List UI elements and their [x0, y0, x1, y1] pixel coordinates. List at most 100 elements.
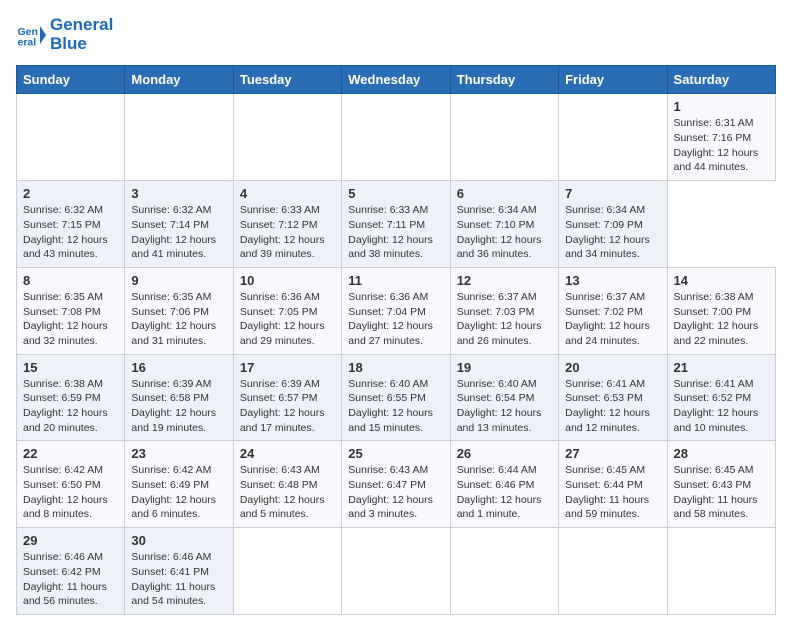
day-number: 20: [565, 360, 660, 375]
empty-cell: [125, 94, 233, 181]
day-number: 30: [131, 533, 226, 548]
calendar-week-4: 15Sunrise: 6:38 AMSunset: 6:59 PMDayligh…: [17, 354, 776, 441]
day-number: 13: [565, 273, 660, 288]
day-info: Sunrise: 6:40 AMSunset: 6:55 PMDaylight:…: [348, 377, 443, 436]
day-info: Sunrise: 6:37 AMSunset: 7:02 PMDaylight:…: [565, 290, 660, 349]
empty-cell: [559, 528, 667, 615]
page-header: Gen eral GeneralBlue: [16, 16, 776, 53]
day-cell-19: 19 Sunrise: 6:40 AMSunset: 6:54 PMDayligh…: [450, 354, 558, 441]
header-cell-friday: Friday: [559, 66, 667, 94]
day-cell-6: 6 Sunrise: 6:34 AMSunset: 7:10 PMDaylight…: [450, 181, 558, 268]
day-info: Sunrise: 6:33 AMSunset: 7:12 PMDaylight:…: [240, 203, 335, 262]
day-info: Sunrise: 6:46 AMSunset: 6:41 PMDaylight:…: [131, 550, 226, 609]
day-cell-9: 9 Sunrise: 6:35 AMSunset: 7:06 PMDaylight…: [125, 267, 233, 354]
day-cell-2: 2 Sunrise: 6:32 AMSunset: 7:15 PMDaylight…: [17, 181, 125, 268]
header-row: SundayMondayTuesdayWednesdayThursdayFrid…: [17, 66, 776, 94]
day-info: Sunrise: 6:44 AMSunset: 6:46 PMDaylight:…: [457, 463, 552, 522]
day-cell-15: 15Sunrise: 6:38 AMSunset: 6:59 PMDayligh…: [17, 354, 125, 441]
empty-cell: [559, 94, 667, 181]
day-info: Sunrise: 6:42 AMSunset: 6:50 PMDaylight:…: [23, 463, 118, 522]
header-cell-tuesday: Tuesday: [233, 66, 341, 94]
day-cell-20: 20Sunrise: 6:41 AMSunset: 6:53 PMDayligh…: [559, 354, 667, 441]
day-number: 24: [240, 446, 335, 461]
day-info: Sunrise: 6:38 AMSunset: 7:00 PMDaylight:…: [674, 290, 769, 349]
day-number: 27: [565, 446, 660, 461]
header-cell-thursday: Thursday: [450, 66, 558, 94]
day-number: 1: [674, 99, 769, 114]
day-cell-24: 24Sunrise: 6:43 AMSunset: 6:48 PMDayligh…: [233, 441, 341, 528]
day-number: 12: [457, 273, 552, 288]
day-cell-26: 26 Sunrise: 6:44 AMSunset: 6:46 PMDayligh…: [450, 441, 558, 528]
day-info: Sunrise: 6:35 AMSunset: 7:08 PMDaylight:…: [23, 290, 118, 349]
day-number: 28: [674, 446, 769, 461]
day-info: Sunrise: 6:46 AMSunset: 6:42 PMDaylight:…: [23, 550, 118, 609]
day-cell-23: 23 Sunrise: 6:42 AMSunset: 6:49 PMDayligh…: [125, 441, 233, 528]
day-number: 29: [23, 533, 118, 548]
calendar-table: SundayMondayTuesdayWednesdayThursdayFrid…: [16, 65, 776, 615]
logo-text: GeneralBlue: [50, 16, 113, 53]
day-info: Sunrise: 6:41 AMSunset: 6:52 PMDaylight:…: [674, 377, 769, 436]
empty-cell: [342, 94, 450, 181]
day-info: Sunrise: 6:40 AMSunset: 6:54 PMDaylight:…: [457, 377, 552, 436]
day-cell-11: 11 Sunrise: 6:36 AMSunset: 7:04 PMDayligh…: [342, 267, 450, 354]
empty-cell: [342, 528, 450, 615]
calendar-week-2: 2 Sunrise: 6:32 AMSunset: 7:15 PMDaylight…: [17, 181, 776, 268]
empty-cell: [233, 528, 341, 615]
logo: Gen eral GeneralBlue: [16, 16, 113, 53]
calendar-header: SundayMondayTuesdayWednesdayThursdayFrid…: [17, 66, 776, 94]
day-cell-13: 13 Sunrise: 6:37 AMSunset: 7:02 PMDayligh…: [559, 267, 667, 354]
day-info: Sunrise: 6:31 AMSunset: 7:16 PMDaylight:…: [674, 116, 769, 175]
day-info: Sunrise: 6:45 AMSunset: 6:43 PMDaylight:…: [674, 463, 769, 522]
header-cell-monday: Monday: [125, 66, 233, 94]
day-info: Sunrise: 6:42 AMSunset: 6:49 PMDaylight:…: [131, 463, 226, 522]
day-cell-3: 3Sunrise: 6:32 AMSunset: 7:14 PMDaylight…: [125, 181, 233, 268]
day-cell-14: 14 Sunrise: 6:38 AMSunset: 7:00 PMDayligh…: [667, 267, 775, 354]
svg-text:eral: eral: [18, 36, 37, 48]
day-info: Sunrise: 6:39 AMSunset: 6:57 PMDaylight:…: [240, 377, 335, 436]
day-info: Sunrise: 6:36 AMSunset: 7:05 PMDaylight:…: [240, 290, 335, 349]
day-info: Sunrise: 6:37 AMSunset: 7:03 PMDaylight:…: [457, 290, 552, 349]
calendar-week-6: 29 Sunrise: 6:46 AMSunset: 6:42 PMDayligh…: [17, 528, 776, 615]
day-cell-1: 1 Sunrise: 6:31 AMSunset: 7:16 PMDaylight…: [667, 94, 775, 181]
day-number: 9: [131, 273, 226, 288]
day-number: 23: [131, 446, 226, 461]
header-cell-saturday: Saturday: [667, 66, 775, 94]
day-info: Sunrise: 6:39 AMSunset: 6:58 PMDaylight:…: [131, 377, 226, 436]
header-cell-sunday: Sunday: [17, 66, 125, 94]
day-number: 22: [23, 446, 118, 461]
day-cell-7: 7Sunrise: 6:34 AMSunset: 7:09 PMDaylight…: [559, 181, 667, 268]
day-number: 3: [131, 186, 226, 201]
day-number: 2: [23, 186, 118, 201]
day-number: 14: [674, 273, 769, 288]
day-cell-4: 4 Sunrise: 6:33 AMSunset: 7:12 PMDaylight…: [233, 181, 341, 268]
day-number: 11: [348, 273, 443, 288]
day-number: 19: [457, 360, 552, 375]
day-info: Sunrise: 6:34 AMSunset: 7:10 PMDaylight:…: [457, 203, 552, 262]
day-info: Sunrise: 6:43 AMSunset: 6:47 PMDaylight:…: [348, 463, 443, 522]
day-cell-12: 12 Sunrise: 6:37 AMSunset: 7:03 PMDayligh…: [450, 267, 558, 354]
day-number: 25: [348, 446, 443, 461]
empty-cell: [450, 94, 558, 181]
day-info: Sunrise: 6:33 AMSunset: 7:11 PMDaylight:…: [348, 203, 443, 262]
day-info: Sunrise: 6:36 AMSunset: 7:04 PMDaylight:…: [348, 290, 443, 349]
calendar-week-5: 22 Sunrise: 6:42 AMSunset: 6:50 PMDayligh…: [17, 441, 776, 528]
day-cell-28: 28 Sunrise: 6:45 AMSunset: 6:43 PMDayligh…: [667, 441, 775, 528]
logo-icon: Gen eral: [16, 20, 46, 50]
day-number: 26: [457, 446, 552, 461]
empty-cell: [667, 528, 775, 615]
day-info: Sunrise: 6:35 AMSunset: 7:06 PMDaylight:…: [131, 290, 226, 349]
day-number: 4: [240, 186, 335, 201]
day-cell-27: 27 Sunrise: 6:45 AMSunset: 6:44 PMDayligh…: [559, 441, 667, 528]
day-info: Sunrise: 6:32 AMSunset: 7:15 PMDaylight:…: [23, 203, 118, 262]
day-info: Sunrise: 6:45 AMSunset: 6:44 PMDaylight:…: [565, 463, 660, 522]
calendar-body: 1 Sunrise: 6:31 AMSunset: 7:16 PMDaylight…: [17, 94, 776, 615]
day-cell-22: 22 Sunrise: 6:42 AMSunset: 6:50 PMDayligh…: [17, 441, 125, 528]
empty-cell: [450, 528, 558, 615]
day-number: 6: [457, 186, 552, 201]
day-number: 18: [348, 360, 443, 375]
day-cell-17: 17Sunrise: 6:39 AMSunset: 6:57 PMDayligh…: [233, 354, 341, 441]
day-number: 7: [565, 186, 660, 201]
header-cell-wednesday: Wednesday: [342, 66, 450, 94]
calendar-week-1: 1 Sunrise: 6:31 AMSunset: 7:16 PMDaylight…: [17, 94, 776, 181]
day-number: 15: [23, 360, 118, 375]
